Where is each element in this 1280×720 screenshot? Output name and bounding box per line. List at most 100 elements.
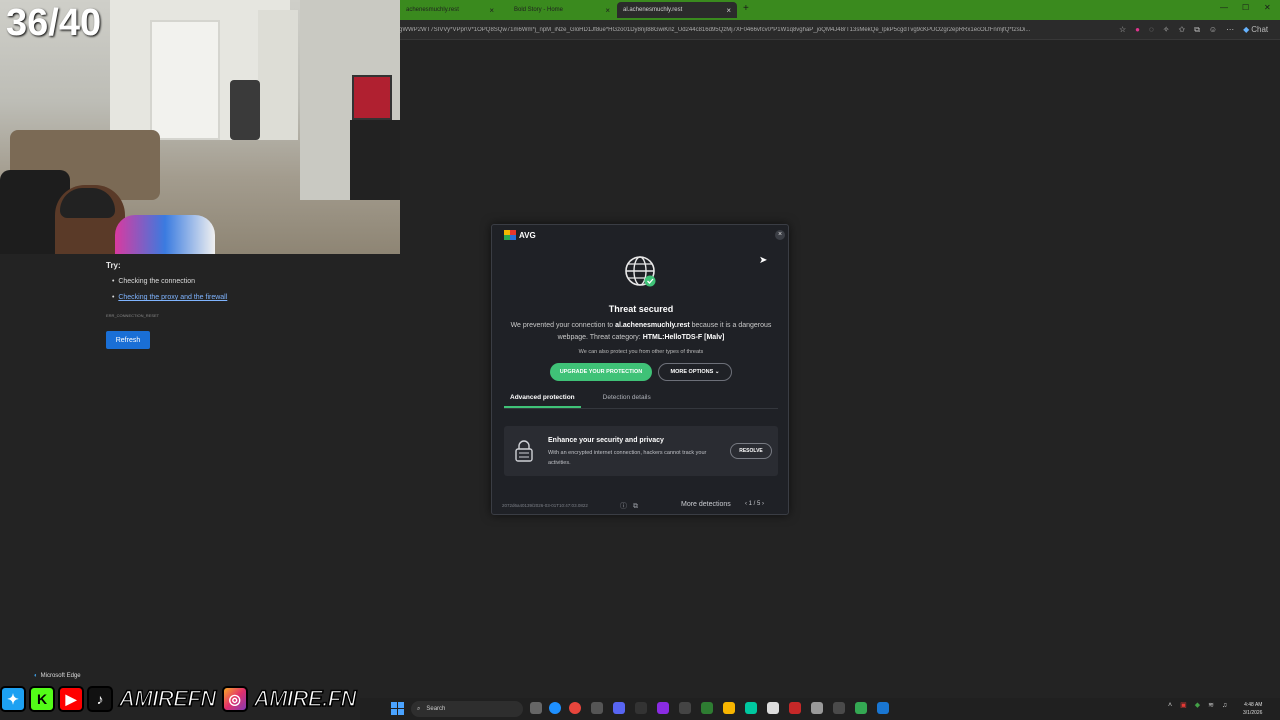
extensions-puzzle-icon[interactable]: ✧ <box>1163 25 1170 34</box>
wifi-icon[interactable]: ≋ <box>1208 701 1214 709</box>
edge-label-text: Microsoft Edge <box>40 673 81 679</box>
favorite-star-icon[interactable]: ☆ <box>1119 25 1126 34</box>
refresh-circle-icon[interactable]: ◌ <box>1149 25 1154 34</box>
close-icon[interactable]: × <box>726 6 731 15</box>
social-handle: AMIRE.FN <box>253 685 357 712</box>
discord-icon[interactable] <box>613 702 625 714</box>
proxy-firewall-link[interactable]: Checking the proxy and the firewall <box>118 294 227 301</box>
avg-logo: AVG <box>504 230 536 240</box>
search-label: Search <box>426 706 446 712</box>
threat-category: HTML:HelloTDS-F [Malv] <box>642 334 725 341</box>
detections-pager[interactable]: ‹ 1 / 5 › <box>745 501 764 507</box>
more-options-button[interactable]: MORE OPTIONS ⌄ <box>658 363 732 381</box>
youtube-icon: ▶ <box>58 686 84 712</box>
app-icon[interactable] <box>855 702 867 714</box>
address-bar: gWWP2WT7SIVVy*VPpr\V*1OPQ8SQw71m6Wm*j_np… <box>395 20 1280 40</box>
browser-tab-active[interactable]: al.achenesmuchly.rest × <box>617 2 737 18</box>
maximize-icon[interactable]: ☐ <box>1242 3 1249 12</box>
xbox-icon[interactable] <box>701 702 713 714</box>
app-icon[interactable] <box>591 702 603 714</box>
close-icon[interactable]: × <box>489 6 494 15</box>
clock[interactable]: 4:48 AM 3/1/2026 <box>1243 701 1262 717</box>
blanket <box>115 215 215 254</box>
poster <box>352 75 392 120</box>
new-tab-button[interactable]: + <box>743 3 749 14</box>
close-icon[interactable]: × <box>775 230 785 240</box>
mouse-cursor-icon: ➤ <box>759 255 768 266</box>
app-icon[interactable] <box>723 702 735 714</box>
tab-advanced-protection[interactable]: Advanced protection <box>504 392 581 408</box>
volume-icon[interactable]: ♫ <box>1222 702 1227 709</box>
headset <box>60 188 115 218</box>
collections-icon[interactable]: ⧉ <box>1194 25 1200 35</box>
avg-threat-dialog: AVG × Threat secured We prevented your c… <box>491 224 789 515</box>
globe-shield-icon <box>625 256 656 287</box>
close-window-icon[interactable]: ✕ <box>1264 3 1271 12</box>
close-icon[interactable]: × <box>605 6 610 15</box>
browser-tab[interactable]: achenesmuchly.rest × <box>400 2 500 18</box>
social-handle: AMIREFN <box>118 685 217 712</box>
threat-message: We prevented your connection to al.achen… <box>510 320 772 344</box>
edge-taskbar-label: ◐ Microsoft Edge <box>34 673 81 679</box>
info-icon[interactable]: ⓘ <box>620 503 627 510</box>
refresh-button[interactable]: Refresh <box>106 331 150 349</box>
url-field[interactable]: gWWP2WT7SIVVy*VPpr\V*1OPQ8SQw71m6Wm*j_np… <box>395 27 1110 33</box>
profile-icon[interactable]: ☺ <box>1209 25 1217 34</box>
settings-icon[interactable] <box>833 702 845 714</box>
extension-icon[interactable]: ● <box>1135 25 1140 34</box>
chevron-up-icon[interactable]: ˄ <box>1168 702 1172 709</box>
copilot-icon[interactable]: ◆ <box>1243 25 1249 34</box>
tiktok-icon: ♪ <box>87 686 113 712</box>
copy-icon[interactable]: ⧉ <box>633 503 638 510</box>
app-icon[interactable] <box>789 702 801 714</box>
footer-icons: ⓘ ⧉ <box>620 501 638 511</box>
browser-tab[interactable]: Bold Story - Home × <box>508 2 616 18</box>
msg-prefix: We prevented your connection to <box>510 322 616 329</box>
chrome-icon[interactable] <box>569 702 581 714</box>
tray-app-icon[interactable]: ◆ <box>1195 701 1200 709</box>
app-icon[interactable] <box>679 702 691 714</box>
app-icon[interactable] <box>767 702 779 714</box>
app-icon[interactable] <box>657 702 669 714</box>
detection-id: 2072d6a40139/2026-03-01T10:47:03.0822 <box>502 503 588 508</box>
doorway <box>150 20 220 140</box>
resolve-button[interactable]: RESOLVE <box>730 443 772 459</box>
suggestion-text: Checking the connection <box>118 278 196 285</box>
app-icon[interactable] <box>635 702 647 714</box>
kick-icon: K <box>29 686 55 712</box>
minimize-icon[interactable]: — <box>1220 3 1228 12</box>
system-tray: ˄ ▣ ◆ ≋ ♫ <box>1168 701 1227 710</box>
security-card: Enhance your security and privacy With a… <box>504 426 778 476</box>
lock-icon <box>515 440 533 462</box>
upgrade-protection-button[interactable]: UPGRADE YOUR PROTECTION <box>550 363 652 381</box>
social-overlay: ✦ K ▶ ♪ AMIREFN ◎ AMIRE.FN <box>0 684 359 714</box>
task-view-icon[interactable] <box>530 702 542 714</box>
favorites-icon[interactable]: ✩ <box>1178 25 1185 34</box>
error-code: ERR_CONNECTION_RESET <box>106 313 160 318</box>
card-description: With an encrypted internet connection, h… <box>548 450 707 466</box>
chat-label[interactable]: Chat <box>1251 25 1268 34</box>
twitter-icon: ✦ <box>0 686 26 712</box>
card-title: Enhance your security and privacy <box>548 437 664 444</box>
chair <box>230 80 260 140</box>
more-menu-icon[interactable]: ⋯ <box>1226 25 1234 34</box>
instagram-icon: ◎ <box>221 686 248 712</box>
protect-message: We can also protect you from other types… <box>578 349 704 355</box>
edge-icon[interactable] <box>549 702 561 714</box>
list-item: • Checking the proxy and the firewall <box>112 294 228 301</box>
app-icon[interactable] <box>745 702 757 714</box>
avg-logo-icon <box>504 230 516 240</box>
chevron-down-icon: ⌄ <box>714 369 720 375</box>
date: 3/1/2026 <box>1243 710 1263 716</box>
tab-label: Bold Story - Home <box>514 7 564 13</box>
tab-detection-details[interactable]: Detection details <box>597 392 657 408</box>
progress-counter: 36/40 <box>6 2 102 44</box>
avg-tabs: Advanced protection Detection details <box>504 392 778 409</box>
app-icon[interactable] <box>877 702 889 714</box>
app-icon[interactable] <box>811 702 823 714</box>
tab-label: al.achenesmuchly.rest <box>623 7 683 13</box>
search-box[interactable]: ⌕ Search <box>411 701 523 717</box>
tray-app-icon[interactable]: ▣ <box>1180 701 1187 709</box>
start-icon[interactable] <box>391 702 404 715</box>
try-heading: Try: <box>106 261 121 270</box>
